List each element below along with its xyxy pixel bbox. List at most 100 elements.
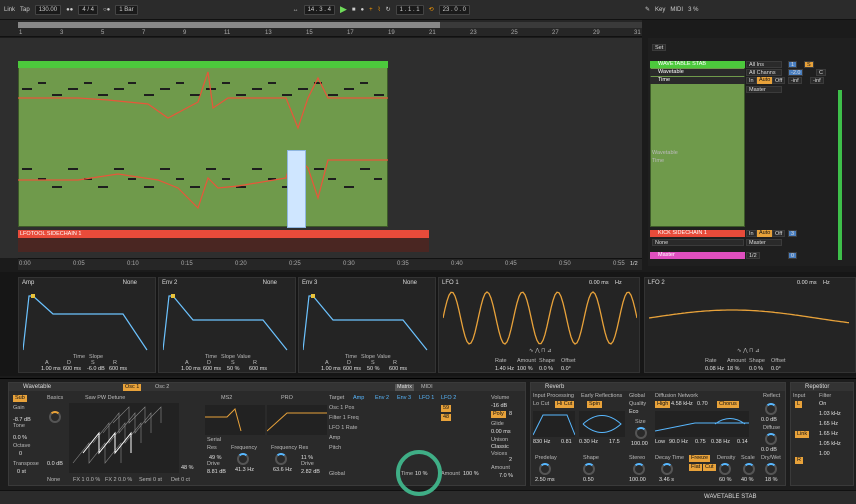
repetitor-device[interactable]: Repetitor Input Filter L On Link R 1.03 … (790, 382, 854, 486)
amp-param-value[interactable]: 1.00 ms (41, 366, 61, 372)
spin-amount-value[interactable]: 17.5 (609, 439, 620, 445)
zoom-ratio[interactable]: 1/2 (630, 261, 638, 267)
kick-off-button[interactable]: Off (772, 230, 786, 237)
kick-input-select[interactable]: None (652, 239, 744, 246)
sidechain-clip[interactable]: LFOTOOL SIDECHAIN 1 (18, 230, 429, 238)
automation-arm-icon[interactable]: ⌇ (378, 6, 381, 13)
filter1-drive-value[interactable]: 8.81 dB (207, 469, 226, 475)
env3-envelope-graph[interactable] (303, 292, 431, 352)
flat-button[interactable]: Flat (689, 464, 703, 471)
volume-value[interactable]: -16 dB (491, 403, 507, 409)
loop-start-field[interactable]: 1 . 1 . 1 (395, 4, 424, 15)
env3-param-value[interactable]: 600 ms (389, 366, 407, 372)
lo-cut-button[interactable]: Lo Cut (533, 401, 549, 407)
lfo2-param-value[interactable]: 0.08 Hz (705, 366, 724, 372)
repetitor-left-button[interactable]: L (795, 401, 803, 408)
matrix-tab[interactable]: Matrix (395, 384, 414, 391)
filter2-freq-knob[interactable] (275, 453, 287, 465)
size-value[interactable]: 100.00 (631, 441, 648, 447)
env3-value-label[interactable]: Value (377, 354, 391, 360)
filter2-drive-value[interactable]: 2.82 dB (301, 469, 320, 475)
device-chooser[interactable]: Wavetable (650, 69, 745, 76)
wavetable-device[interactable]: Wavetable Osc 1 Osc 2 Sub Basics Saw PW … (8, 382, 526, 486)
repetitor-value[interactable]: 1.05 kHz (819, 441, 841, 447)
matrix-cell-osc1pos-lfo1[interactable]: 59 (441, 405, 452, 412)
osc-fx-select[interactable]: None (47, 477, 60, 483)
env3-source-select[interactable]: None (403, 280, 417, 286)
repetitor-right-button[interactable]: R (795, 457, 803, 464)
osc-level-knob[interactable] (49, 411, 61, 423)
parameter-chooser[interactable]: Time (650, 77, 745, 84)
input-q-value[interactable]: 0.81 (561, 439, 572, 445)
env2-panel[interactable]: Env 2 None Time Slope Value A 1.00 ms D 600… (158, 277, 296, 373)
matrix-amount-value[interactable]: 100 % (463, 471, 479, 477)
matrix-row-label[interactable]: Pitch (329, 445, 341, 451)
drywet-knob[interactable] (765, 463, 777, 475)
drywet-value[interactable]: 18 % (765, 477, 778, 483)
detune-value[interactable]: Det 0 ct (171, 477, 190, 483)
amp-param-value[interactable]: -6.0 dB (87, 366, 105, 372)
env2-param-value[interactable]: 1.00 ms (181, 366, 201, 372)
sub-tone-value[interactable]: 0.0 % (13, 435, 27, 441)
monitor-in-button[interactable]: In (746, 77, 757, 84)
amp-envelope-panel[interactable]: Amp None Time Slope A 1.00 ms D 600 ms S -6.0… (18, 277, 156, 373)
track-number[interactable]: 1 (788, 61, 798, 68)
wavetable-track-header[interactable] (650, 61, 745, 227)
lfo1-param-value[interactable]: 100 % (517, 366, 533, 372)
time-ruler[interactable] (18, 258, 642, 270)
spin-rate-value[interactable]: 0.30 Hz (579, 439, 598, 445)
lfo1-hz[interactable]: Hz (615, 280, 622, 286)
poly-voices[interactable]: 8 (509, 411, 512, 417)
reflect-knob[interactable] (765, 403, 777, 415)
sidechain-lane[interactable] (18, 238, 429, 252)
low-freq-value[interactable]: 90.0 Hz (669, 439, 688, 445)
monitor-auto-button[interactable]: Auto (757, 77, 773, 84)
high-shelf-button[interactable]: High (655, 401, 671, 408)
input-filter-graph[interactable] (533, 411, 575, 437)
filter1-freq-knob[interactable] (237, 453, 249, 465)
diffuse-value[interactable]: 0.0 dB (761, 447, 777, 453)
draw-mode-icon[interactable]: ✎ (645, 6, 650, 13)
pan-field[interactable]: C (816, 69, 826, 76)
wavetable-track-title[interactable]: WAVETABLE STAB (650, 61, 745, 68)
decay-value[interactable]: 3.46 s (659, 477, 674, 483)
quantize-select[interactable]: 1 Bar (115, 4, 138, 15)
matrix-row-label[interactable]: LFO 1 Rate (329, 425, 357, 431)
predelay-knob[interactable] (539, 463, 551, 475)
wavetable-position-value[interactable]: 48 % (181, 465, 194, 471)
input-channel-select[interactable]: All Channs (746, 69, 782, 76)
high-gain-value[interactable]: 0.70 (697, 401, 708, 407)
high-freq-value[interactable]: 4.58 kHz (671, 401, 693, 407)
fx1-value[interactable]: FX 1 0.0 % (73, 477, 100, 483)
density-value[interactable]: 60 % (719, 477, 732, 483)
selected-clip-region[interactable] (287, 150, 306, 228)
env3-param-value[interactable]: 600 ms (343, 366, 361, 372)
kick-track-number[interactable]: 3 (788, 230, 798, 237)
stereo-knob[interactable] (633, 463, 645, 475)
fx2-value[interactable]: FX 2 0.0 % (105, 477, 132, 483)
env2-source-select[interactable]: None (263, 280, 277, 286)
env3-param-value[interactable]: 50 % (367, 366, 380, 372)
monitor-off-button[interactable]: Off (772, 77, 786, 84)
kick-output-select[interactable]: Master (746, 239, 782, 246)
filter2-freq-value[interactable]: 63.6 Hz (273, 467, 292, 473)
lfo2-param-value[interactable]: 0.0 % (749, 366, 763, 372)
voices-value[interactable]: 2 (509, 457, 512, 463)
quality-select[interactable]: Eco (629, 409, 638, 415)
lfo2-param-value[interactable]: 0.0° (771, 366, 781, 372)
lfo2-time[interactable]: 0.00 ms (797, 280, 817, 286)
env2-param-value[interactable]: 50 % (227, 366, 240, 372)
chorus-amount-value[interactable]: 0.14 (737, 439, 748, 445)
poly-button[interactable]: Poly (491, 411, 506, 418)
amp-envelope-graph[interactable] (23, 292, 151, 352)
lfo2-hz[interactable]: Hz (823, 280, 830, 286)
env2-param-value[interactable]: 600 ms (249, 366, 267, 372)
basics-category[interactable]: Basics (47, 395, 63, 401)
loop-length-field[interactable]: 23 . 0 . 0 (438, 4, 471, 15)
midi-tab[interactable]: MIDI (421, 384, 433, 390)
lfo2-shape-icons[interactable]: ∿ ⋀ ⊓ ⊿ (737, 348, 760, 354)
repetitor-filter-on[interactable]: On (819, 401, 826, 407)
osc-level-value[interactable]: 0.0 dB (47, 461, 63, 467)
lfo1-param-value[interactable]: 0.0° (561, 366, 571, 372)
repetitor-value[interactable]: 1.65 Hz (819, 421, 838, 427)
